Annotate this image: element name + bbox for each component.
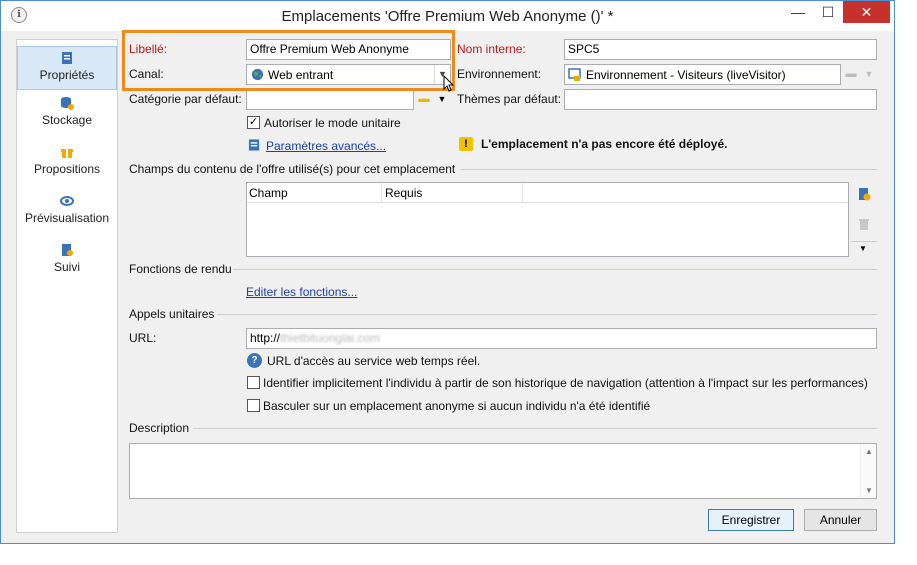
description-label: Description <box>129 421 190 435</box>
url-label: URL: <box>129 331 157 345</box>
title-bar: ℹ Emplacements 'Offre Premium Web Anonym… <box>1 1 894 31</box>
divider <box>217 314 877 315</box>
sidebar-item-preview[interactable]: Prévisualisation <box>17 194 117 234</box>
categorie-input[interactable] <box>246 89 414 110</box>
categorie-dropdown-icon[interactable]: ▼ <box>433 89 451 110</box>
folder-icon[interactable]: ▬ <box>415 89 433 110</box>
parametres-avances-link[interactable]: Paramètres avancés... <box>266 139 386 153</box>
cursor-icon <box>443 75 455 92</box>
cancel-label: Annuler <box>819 513 862 527</box>
grid-header: Champ Requis <box>247 183 848 203</box>
identify-checkbox[interactable] <box>247 376 260 389</box>
identify-label: Identifier implicitement l'individu à pa… <box>263 376 868 390</box>
autoriser-checkbox[interactable]: ✓ <box>247 116 260 129</box>
url-value: http:// <box>250 331 281 345</box>
column-champ[interactable]: Champ <box>249 186 288 200</box>
champs-section-title: Champs du contenu de l'offre utilisé(s) … <box>129 162 456 176</box>
delete-icon[interactable] <box>857 217 871 231</box>
divider <box>233 269 877 270</box>
add-field-icon[interactable] <box>857 187 871 201</box>
themes-label: Thèmes par défaut: <box>457 92 562 106</box>
scroll-up-icon[interactable]: ▲ <box>861 447 877 456</box>
environment-icon <box>568 68 581 81</box>
libelle-input[interactable]: Offre Premium Web Anonyme <box>246 39 451 60</box>
sidebar-item-propositions[interactable]: Propositions <box>17 145 117 185</box>
divider <box>381 183 382 203</box>
url-blurred-host: thietbituonglai.com <box>280 331 381 345</box>
globe-icon <box>251 68 264 81</box>
anonymous-checkbox[interactable] <box>247 399 260 412</box>
divider <box>522 183 523 203</box>
window-title: Emplacements 'Offre Premium Web Anonyme … <box>281 8 614 25</box>
more-dropdown-icon[interactable]: ▼ <box>859 244 867 253</box>
sidebar-item-label: Propositions <box>33 162 101 176</box>
sidebar-item-label: Prévisualisation <box>24 211 110 225</box>
save-button[interactable]: Enregistrer <box>708 509 794 531</box>
canal-select[interactable]: Web entrant ▼ <box>246 64 451 85</box>
libelle-label: Libellé: <box>129 42 168 56</box>
url-input[interactable]: http://thietbituonglai.com <box>246 328 877 349</box>
sidebar-item-properties[interactable]: Propriétés <box>17 46 117 90</box>
environnement-value: Environnement - Visiteurs (liveVisitor) <box>586 68 786 82</box>
appels-section-title: Appels unitaires <box>129 307 215 321</box>
save-label: Enregistrer <box>721 513 781 527</box>
anonymous-label: Basculer sur un emplacement anonyme si a… <box>263 399 651 413</box>
divider <box>461 169 877 170</box>
form-area: Libellé: Offre Premium Web Anonyme Nom i… <box>129 31 881 541</box>
minimize-button[interactable]: — <box>783 1 813 23</box>
help-icon: ? <box>247 353 262 368</box>
themes-input[interactable] <box>564 89 877 110</box>
sidebar: Propriétés Stockage Propositions Prévisu… <box>16 39 118 533</box>
close-button[interactable]: ✕ <box>843 1 890 23</box>
storage-icon <box>61 97 74 110</box>
settings-doc-icon <box>248 139 260 151</box>
sidebar-item-storage[interactable]: Stockage <box>17 96 117 136</box>
warning-icon: ! <box>459 137 473 151</box>
sidebar-item-label: Suivi <box>53 260 80 274</box>
dialog-body: Propriétés Stockage Propositions Prévisu… <box>1 31 894 543</box>
deploy-warning: L'emplacement n'a pas encore été déployé… <box>481 137 728 151</box>
autoriser-label: Autoriser le mode unitaire <box>264 116 401 130</box>
canal-label: Canal: <box>129 67 164 81</box>
environnement-folder-icon[interactable]: ▬ <box>842 64 860 85</box>
scroll-down-icon[interactable]: ▼ <box>861 486 877 495</box>
nom-interne-label: Nom interne: <box>457 42 526 56</box>
editer-fonctions-link[interactable]: Editer les fonctions... <box>246 285 357 299</box>
description-section-header: Description <box>129 421 877 435</box>
fonctions-section-title: Fonctions de rendu <box>129 262 232 276</box>
maximize-button[interactable]: ☐ <box>813 1 843 23</box>
environnement-dropdown-icon[interactable]: ▼ <box>860 64 878 85</box>
champs-section-header: Champs du contenu de l'offre utilisé(s) … <box>129 162 877 176</box>
environnement-label: Environnement: <box>457 67 542 81</box>
properties-icon <box>62 52 72 64</box>
environnement-select[interactable]: Environnement - Visiteurs (liveVisitor) <box>564 64 841 85</box>
divider <box>851 241 877 242</box>
nom-interne-input[interactable]: SPC5 <box>564 39 877 60</box>
sidebar-item-label: Propriétés <box>39 68 95 82</box>
tracking-icon <box>62 244 73 256</box>
appels-section-header: Appels unitaires <box>129 307 877 321</box>
column-requis[interactable]: Requis <box>385 186 422 200</box>
gift-icon <box>61 149 73 158</box>
categorie-label: Catégorie par défaut: <box>129 92 242 106</box>
description-textarea[interactable]: ▲ ▼ <box>129 443 877 499</box>
sidebar-item-tracking[interactable]: Suivi <box>17 243 117 283</box>
canal-value: Web entrant <box>268 68 334 82</box>
divider <box>193 428 877 429</box>
sidebar-item-label: Stockage <box>41 113 93 127</box>
fonctions-section-header: Fonctions de rendu <box>129 262 877 276</box>
champs-grid[interactable]: Champ Requis <box>246 182 849 257</box>
vertical-scrollbar[interactable]: ▲ ▼ <box>860 444 876 498</box>
eye-icon <box>60 196 74 206</box>
url-help-text: URL d'accès au service web temps réel. <box>267 354 481 368</box>
cancel-button[interactable]: Annuler <box>804 509 877 531</box>
